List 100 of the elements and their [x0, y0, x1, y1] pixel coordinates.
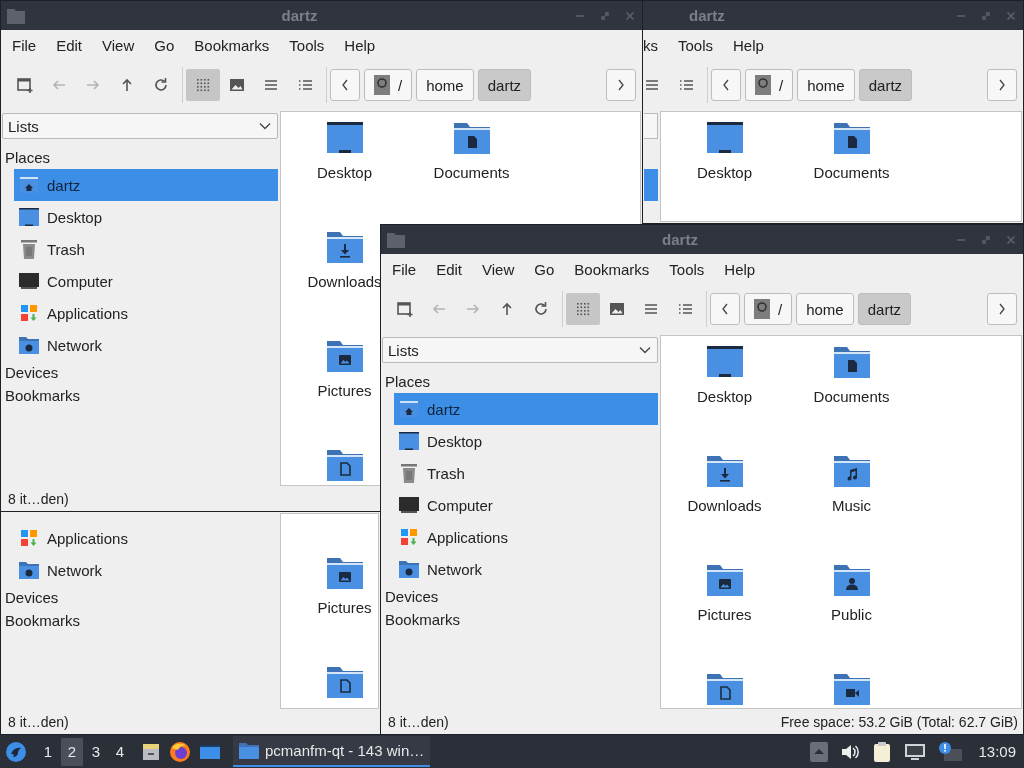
file-label[interactable]: Downloads — [307, 273, 382, 290]
drive-icon — [374, 75, 390, 95]
path-button[interactable]: dartz — [477, 69, 532, 101]
clock[interactable]: 13:09 — [978, 743, 1016, 760]
sidebar-dropdown[interactable]: Lists — [382, 337, 658, 363]
file-label[interactable]: Pictures — [317, 382, 372, 399]
menu-item[interactable]: Go — [524, 260, 565, 278]
file-label[interactable]: Desktop — [697, 164, 752, 181]
file-cabinet-icon[interactable] — [141, 741, 161, 762]
menu-item[interactable]: Help — [723, 36, 774, 54]
workspace-button[interactable]: 4 — [109, 737, 131, 766]
chevron-right-icon — [998, 79, 1006, 91]
task-button[interactable]: pcmanfm-qt - 143 win… — [233, 736, 431, 767]
menu-item[interactable]: File — [2, 36, 47, 54]
workspace-button[interactable]: 1 — [37, 737, 59, 766]
new-tab-icon — [16, 76, 34, 94]
menu-item[interactable]: Bookmarks — [564, 260, 660, 278]
menu-item[interactable]: Tools — [659, 260, 715, 278]
maximize-icon[interactable] — [599, 9, 611, 22]
maximize-icon[interactable] — [980, 233, 992, 246]
menu-item[interactable]: Go — [144, 36, 185, 54]
file-label[interactable]: Pictures — [317, 599, 372, 616]
folder-icon — [387, 231, 405, 248]
sidebar-item[interactable]: Applications — [394, 521, 658, 553]
scroll-right-button[interactable] — [606, 69, 636, 101]
start-menu-icon[interactable] — [5, 740, 27, 763]
path-button[interactable]: home — [797, 69, 855, 101]
menu-item[interactable]: View — [472, 260, 525, 278]
sidebar-section[interactable]: Devices — [2, 361, 278, 384]
volume-icon[interactable] — [840, 742, 861, 761]
sidebar-item[interactable]: Network — [394, 553, 658, 585]
file-label[interactable]: Documents — [813, 164, 890, 181]
sidebar-item[interactable]: dartz — [14, 169, 278, 201]
scroll-right-button[interactable] — [987, 293, 1017, 325]
menu-item[interactable]: View — [92, 36, 145, 54]
menu-item[interactable]: Help — [714, 260, 766, 278]
sidebar-item[interactable]: Applications — [14, 522, 278, 554]
menu-item[interactable]: Tools — [279, 36, 335, 54]
path-button[interactable]: / — [745, 69, 794, 101]
sidebar-item[interactable]: Applications — [14, 297, 278, 329]
file-label[interactable]: Pictures — [697, 606, 752, 623]
sidebar-dropdown[interactable]: Lists — [2, 113, 278, 139]
sidebar-section[interactable]: Bookmarks — [2, 609, 278, 632]
path-button[interactable]: home — [796, 293, 854, 325]
sidebar-section[interactable]: Devices — [382, 585, 658, 608]
sidebar-item[interactable]: Computer — [394, 489, 658, 521]
menu-item[interactable]: Edit — [426, 260, 473, 278]
reload-icon — [532, 300, 550, 318]
path-button[interactable]: / — [744, 293, 793, 325]
sidebar-item[interactable]: Network — [14, 554, 278, 586]
sidebar-item[interactable]: Computer — [14, 265, 278, 297]
file-label[interactable]: Desktop — [317, 164, 372, 181]
network-monitor-icon[interactable] — [904, 742, 927, 761]
sidebar-item[interactable]: Network — [14, 329, 278, 361]
scroll-left-button[interactable] — [330, 69, 360, 101]
tray-expand-icon[interactable] — [810, 741, 829, 762]
sidebar-section[interactable]: Bookmarks — [382, 608, 658, 631]
update-notification-icon[interactable] — [938, 740, 965, 763]
workspace-button[interactable]: 2 — [61, 737, 83, 766]
file-label[interactable]: Music — [831, 497, 872, 514]
menu-item[interactable]: Tools — [668, 36, 724, 54]
file-label[interactable]: Desktop — [697, 388, 752, 405]
maximize-icon[interactable] — [980, 9, 992, 22]
file-label[interactable]: Documents — [433, 164, 510, 181]
workspace-button[interactable]: 3 — [85, 737, 107, 766]
home-folder-icon — [18, 174, 40, 196]
path-button[interactable]: dartz — [857, 293, 912, 325]
sidebar-item[interactable]: Desktop — [394, 425, 658, 457]
sidebar-item[interactable]: Desktop — [14, 201, 278, 233]
menu-item[interactable]: Bookmarks — [184, 36, 280, 54]
chevron-left-icon — [341, 79, 349, 91]
app-grid-icon — [398, 526, 420, 548]
file-label[interactable]: Downloads — [687, 497, 762, 514]
scroll-left-button[interactable] — [711, 69, 741, 101]
show-desktop-icon[interactable] — [199, 742, 221, 761]
menu-item[interactable]: Help — [334, 36, 386, 54]
sidebar-item[interactable]: dartz — [394, 393, 658, 425]
sidebar-item[interactable]: Trash — [394, 457, 658, 489]
sidebar-item[interactable]: Trash — [14, 233, 278, 265]
scroll-right-button[interactable] — [987, 69, 1017, 101]
path-button[interactable]: home — [416, 69, 474, 101]
browser-icon[interactable] — [169, 740, 191, 763]
menu-item[interactable]: File — [382, 260, 427, 278]
file-label[interactable]: Documents — [813, 388, 890, 405]
file-label[interactable]: Public — [831, 606, 872, 623]
close-icon[interactable] — [624, 9, 636, 22]
status-text: 8 it…den) — [8, 714, 69, 730]
menu-item[interactable]: Edit — [46, 36, 93, 54]
path-button[interactable]: / — [364, 69, 413, 101]
sidebar-section[interactable]: Devices — [2, 586, 278, 609]
menu-item[interactable]: ks — [643, 36, 668, 54]
clipboard-icon[interactable] — [872, 740, 893, 763]
scroll-left-button[interactable] — [710, 293, 740, 325]
sidebar-section[interactable]: Bookmarks — [2, 384, 278, 407]
dropdown-edge[interactable] — [644, 113, 658, 139]
window-title: dartz — [280, 7, 319, 24]
close-icon[interactable] — [1005, 233, 1017, 246]
path-button[interactable]: dartz — [858, 69, 913, 101]
close-icon[interactable] — [1005, 9, 1017, 22]
trash-icon — [18, 238, 40, 260]
